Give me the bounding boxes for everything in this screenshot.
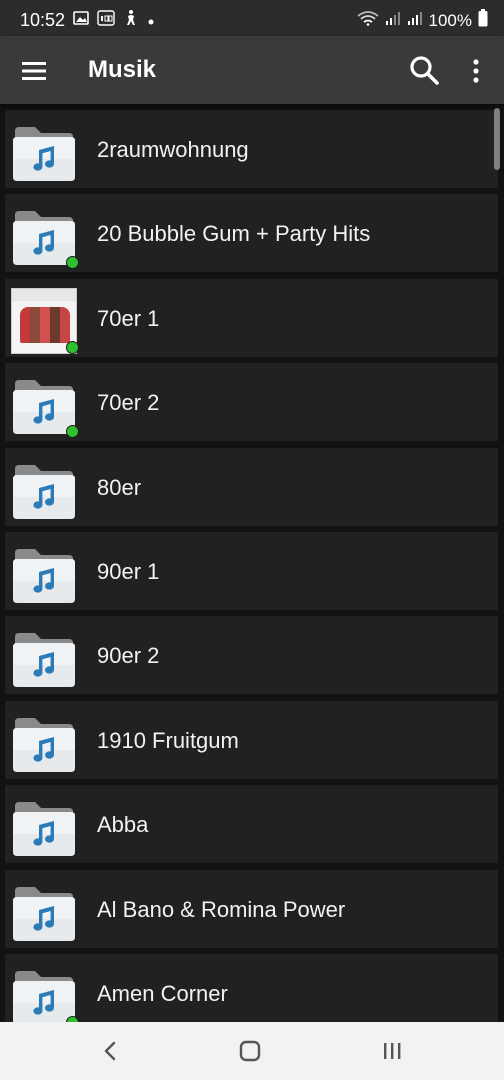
folder-label: 80er bbox=[97, 474, 142, 500]
list-item[interactable]: 70er 1 bbox=[5, 278, 498, 357]
list-item[interactable]: Abba bbox=[5, 785, 498, 864]
list-item[interactable]: 90er 2 bbox=[5, 616, 498, 695]
search-button[interactable] bbox=[406, 52, 442, 88]
folder-label: 70er 1 bbox=[97, 305, 160, 331]
folder-label: Al Bano & Romina Power bbox=[97, 896, 346, 922]
status-dot-icon bbox=[66, 256, 79, 270]
folder-music-icon bbox=[11, 963, 77, 1022]
list-item[interactable]: Al Bano & Romina Power bbox=[5, 869, 498, 948]
folder-label: 90er 2 bbox=[97, 643, 160, 669]
list-item[interactable]: 90er 1 bbox=[5, 532, 498, 610]
folder-label: 20 Bubble Gum + Party Hits bbox=[97, 221, 371, 247]
navigation-bar bbox=[0, 1022, 504, 1080]
folder-music-icon bbox=[11, 457, 77, 523]
gallery-icon bbox=[73, 10, 89, 31]
status-time: 10:52 bbox=[20, 10, 66, 30]
signal-icon-2 bbox=[407, 10, 423, 31]
recents-icon bbox=[384, 1043, 401, 1059]
list-item[interactable]: 20 Bubble Gum + Party Hits bbox=[5, 194, 498, 273]
status-dot-icon bbox=[66, 340, 79, 354]
back-button[interactable] bbox=[90, 1036, 130, 1066]
folder-music-icon bbox=[11, 794, 77, 860]
folder-music-icon bbox=[11, 541, 77, 607]
app-bar: Musik bbox=[0, 36, 504, 104]
folder-label: 1910 Fruitgum bbox=[97, 727, 239, 753]
search-icon bbox=[410, 56, 439, 85]
home-button[interactable] bbox=[230, 1036, 270, 1066]
folder-label: 2raumwohnung bbox=[97, 137, 249, 162]
page-title: Musik bbox=[88, 56, 157, 83]
list-item[interactable]: 1910 Fruitgum bbox=[5, 700, 498, 779]
wifi-icon bbox=[356, 10, 379, 31]
more-vert-icon bbox=[473, 59, 479, 83]
folder-music-icon bbox=[11, 879, 77, 945]
battery-icon bbox=[478, 9, 488, 32]
list-item[interactable]: 2raumwohnung bbox=[5, 110, 498, 188]
list-item[interactable]: 80er bbox=[5, 447, 498, 526]
recents-button[interactable] bbox=[372, 1036, 412, 1066]
list-item[interactable]: Amen Corner bbox=[5, 954, 498, 1022]
folder-music-icon bbox=[11, 119, 77, 185]
folder-music-icon bbox=[11, 625, 77, 691]
menu-button[interactable] bbox=[18, 57, 50, 85]
badge-100-icon bbox=[97, 10, 115, 31]
folder-label: Amen Corner bbox=[97, 981, 228, 1006]
status-bar: 10:52 100% bbox=[0, 0, 504, 36]
more-options-button[interactable] bbox=[466, 56, 486, 86]
status-dot-icon bbox=[66, 425, 79, 439]
back-icon bbox=[104, 1041, 116, 1061]
battery-percent: 100% bbox=[428, 10, 472, 30]
home-icon bbox=[239, 1040, 261, 1062]
folder-label: Abba bbox=[97, 812, 149, 838]
hamburger-menu-icon bbox=[22, 62, 46, 80]
list-item[interactable]: 70er 2 bbox=[5, 363, 498, 442]
scrollbar[interactable] bbox=[494, 108, 500, 170]
folder-label: 90er 1 bbox=[97, 559, 160, 584]
accessibility-icon bbox=[123, 9, 139, 32]
signal-icon bbox=[385, 10, 401, 31]
folder-list[interactable]: 2raumwohnung 20 Bubble Gum + Party Hits 70… bbox=[0, 104, 504, 1022]
notification-dot-icon bbox=[147, 11, 155, 31]
folder-label: 70er 2 bbox=[97, 390, 160, 416]
folder-music-icon bbox=[11, 710, 77, 776]
